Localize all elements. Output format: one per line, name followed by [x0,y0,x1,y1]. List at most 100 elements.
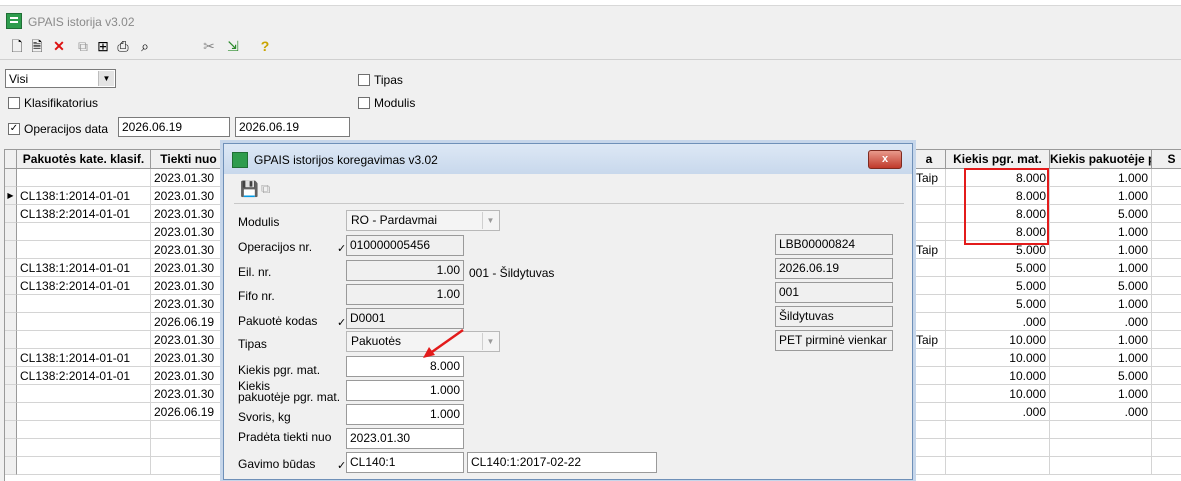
column-header[interactable]: Pakuotės kate. klasif. [5,150,151,169]
table-cell[interactable]: 5.000 [1050,367,1152,385]
help-icon[interactable]: ? [256,37,274,55]
side-field-1[interactable]: LBB00000824 [775,234,893,255]
row-indicator[interactable] [5,385,17,403]
close-button[interactable]: x [868,150,902,169]
table-cell[interactable] [17,223,151,241]
date-from-field[interactable]: 2026.06.19 [118,117,230,137]
table-cell[interactable]: 1.000 [1050,241,1152,259]
table-cell[interactable]: .000 [1050,313,1152,331]
table-cell[interactable]: 5.000 [1050,277,1152,295]
table-cell[interactable]: 5.000 [946,259,1050,277]
table-cell[interactable]: 2023.01.30 [151,367,227,385]
table-cell[interactable]: 1.000 [1050,349,1152,367]
table-cell[interactable] [17,331,151,349]
column-header[interactable]: Kiekis pakuotėje p [1050,150,1152,169]
column-header[interactable]: S [1152,150,1181,169]
table-cell[interactable]: 10.000 [946,385,1050,403]
row-indicator[interactable] [5,349,17,367]
table-cell[interactable]: CL138:2:2014-01-01 [17,367,151,385]
table-cell[interactable] [913,457,946,475]
table-cell[interactable] [913,349,946,367]
table-cell[interactable]: Taip [913,241,946,259]
table-cell[interactable]: CL138:1:2014-01-01 [17,187,151,205]
table-cell[interactable]: 2026.06.19 [151,313,227,331]
table-cell[interactable] [1050,457,1152,475]
modulis-combo[interactable]: RO - Pardavmai ▼ [346,210,500,231]
table-cell[interactable]: 1.000 [1050,223,1152,241]
row-indicator[interactable] [5,331,17,349]
table-cell[interactable]: 5.000 [946,277,1050,295]
cut-tools-icon[interactable]: ✂ [200,37,218,55]
table-cell[interactable]: 2023.01.30 [151,169,227,187]
delete-icon[interactable]: ✕ [50,37,68,55]
row-indicator[interactable] [5,367,17,385]
table-cell[interactable] [1152,457,1181,475]
row-indicator[interactable] [5,421,17,439]
table-cell[interactable]: CL138:1:2014-01-01 [17,349,151,367]
operacijos-nr-field[interactable]: 010000005456 [346,235,464,256]
table-cell[interactable] [913,223,946,241]
save-icon[interactable]: 💾 [240,180,259,198]
row-indicator[interactable] [5,295,17,313]
table-cell[interactable] [17,295,151,313]
table-cell[interactable]: 1.000 [1050,331,1152,349]
table-cell[interactable]: 2023.01.30 [151,223,227,241]
operacijos-data-checkbox[interactable]: ✓ [8,123,20,135]
table-cell[interactable] [151,439,227,457]
row-indicator[interactable] [5,241,17,259]
table-cell[interactable] [1152,385,1181,403]
row-indicator[interactable] [5,313,17,331]
table-cell[interactable] [946,457,1050,475]
table-cell[interactable]: 2023.01.30 [151,187,227,205]
side-field-4[interactable]: Šildytuvas [775,306,893,327]
table-cell[interactable] [1152,205,1181,223]
table-cell[interactable]: 1.000 [1050,295,1152,313]
gavimo-field[interactable]: CL140:1 [346,452,464,473]
table-cell[interactable] [1152,403,1181,421]
table-cell[interactable]: 2023.01.30 [151,349,227,367]
table-cell[interactable]: CL138:2:2014-01-01 [17,205,151,223]
row-indicator[interactable] [5,259,17,277]
table-cell[interactable]: 10.000 [946,349,1050,367]
table-cell[interactable]: CL138:2:2014-01-01 [17,277,151,295]
table-cell[interactable] [913,439,946,457]
row-indicator[interactable] [5,439,17,457]
modulis-checkbox[interactable] [358,97,370,109]
tipas-checkbox[interactable] [358,74,370,86]
table-cell[interactable] [17,457,151,475]
row-indicator[interactable] [5,457,17,475]
chevron-down-icon[interactable]: ▼ [98,71,114,86]
document-icon[interactable]: 🗎 [28,37,46,55]
table-cell[interactable]: .000 [1050,403,1152,421]
table-cell[interactable] [17,241,151,259]
table-cell[interactable] [946,439,1050,457]
scope-select[interactable]: Visi ▼ [5,69,116,88]
new-icon[interactable]: 🗋 [8,37,26,55]
side-field-2[interactable]: 2026.06.19 [775,258,893,279]
table-cell[interactable] [946,421,1050,439]
table-cell[interactable] [913,385,946,403]
table-cell[interactable] [913,187,946,205]
row-indicator[interactable] [5,223,17,241]
copy-icon[interactable]: ⧉ [261,181,270,197]
table-cell[interactable] [1152,223,1181,241]
table-cell[interactable]: Taip [913,331,946,349]
table-cell[interactable]: 2023.01.30 [151,259,227,277]
table-cell[interactable] [151,457,227,475]
table-cell[interactable] [913,277,946,295]
klasifikatorius-checkbox[interactable] [8,97,20,109]
table-cell[interactable]: 10.000 [946,331,1050,349]
table-cell[interactable] [1152,367,1181,385]
table-cell[interactable] [1152,277,1181,295]
table-cell[interactable]: 2023.01.30 [151,241,227,259]
table-cell[interactable]: 10.000 [946,367,1050,385]
side-field-3[interactable]: 001 [775,282,893,303]
table-cell[interactable]: .000 [946,313,1050,331]
table-cell[interactable] [1152,313,1181,331]
table-cell[interactable] [1152,187,1181,205]
table-cell[interactable] [17,385,151,403]
table-cell[interactable]: Taip [913,169,946,187]
column-header[interactable]: Tiekti nuo [151,150,227,169]
table-cell[interactable] [1152,439,1181,457]
table-cell[interactable]: 1.000 [1050,259,1152,277]
